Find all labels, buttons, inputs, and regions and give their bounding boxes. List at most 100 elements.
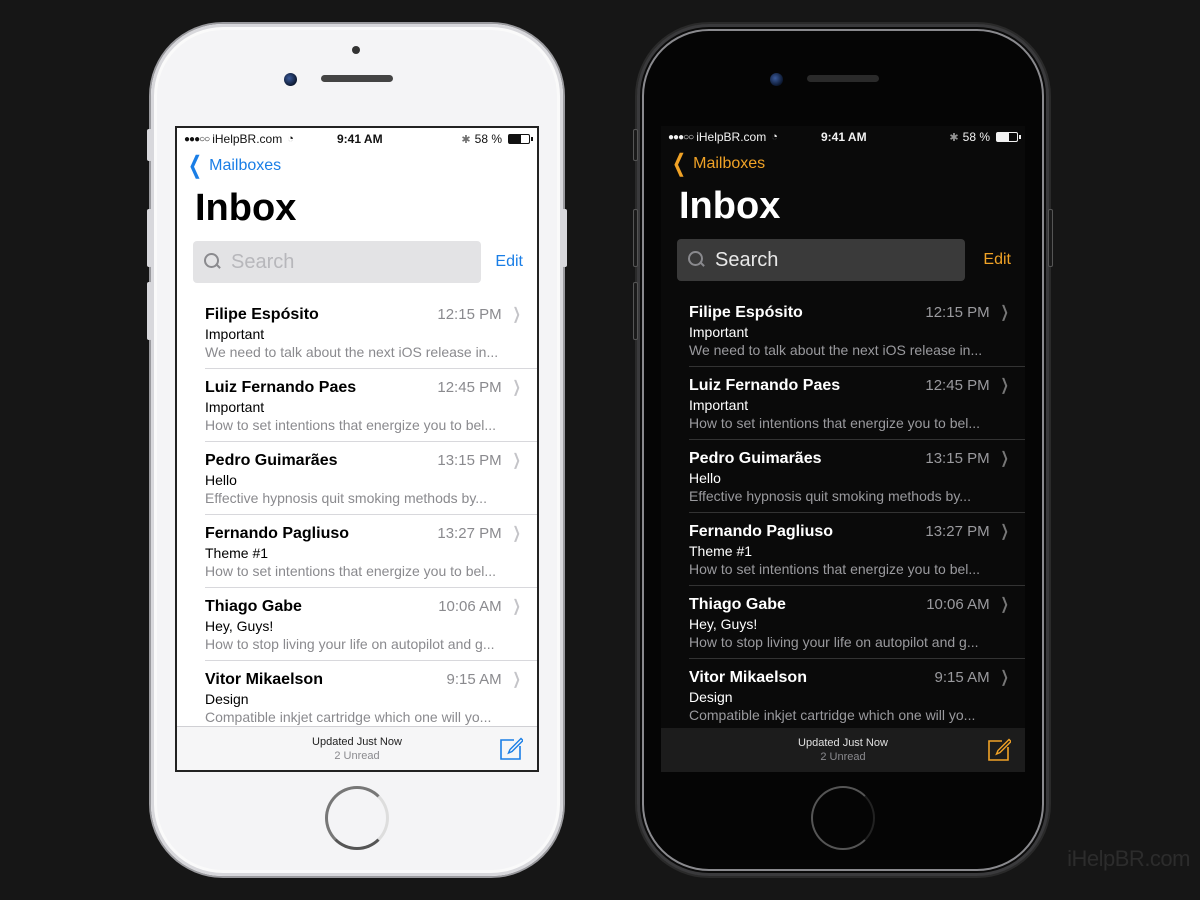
page-title: Inbox bbox=[195, 187, 297, 229]
volume-down-button bbox=[147, 282, 152, 340]
email-preview: We need to talk about the next iOS relea… bbox=[205, 344, 499, 360]
earpiece-speaker bbox=[807, 75, 879, 82]
email-row[interactable]: Thiago Gabe 10:06 AM ❯ Hey, Guys! How to sto… bbox=[661, 586, 1025, 659]
battery-icon bbox=[996, 132, 1021, 142]
email-subject: Important bbox=[205, 399, 265, 415]
email-sender: Fernando Pagliuso bbox=[205, 525, 350, 542]
chevron-left-icon: ❮ bbox=[188, 152, 203, 179]
battery-level bbox=[509, 135, 521, 143]
back-label: Mailboxes bbox=[209, 157, 282, 174]
bottom-toolbar: Updated Just Now 2 Unread bbox=[177, 726, 537, 770]
status-time: 9:41 AM bbox=[821, 130, 867, 144]
email-preview: How to stop living your life on autopilo… bbox=[689, 634, 979, 650]
chevron-right-icon: ❯ bbox=[1000, 523, 1009, 540]
email-sender: Vitor Mikaelson bbox=[205, 671, 323, 688]
email-subject: Theme #1 bbox=[205, 545, 269, 561]
search-input[interactable]: Search bbox=[193, 241, 481, 283]
email-subject: Hey, Guys! bbox=[689, 616, 758, 632]
back-label: Mailboxes bbox=[693, 155, 766, 172]
unread-count: 2 Unread bbox=[820, 751, 866, 763]
email-sender: Pedro Guimarães bbox=[689, 450, 822, 467]
email-preview: How to set intentions that energize you … bbox=[689, 561, 981, 577]
chevron-right-icon: ❯ bbox=[1000, 450, 1009, 467]
unread-count: 2 Unread bbox=[334, 749, 380, 762]
edit-button[interactable]: Edit bbox=[983, 251, 1011, 269]
home-button[interactable] bbox=[811, 786, 875, 850]
chevron-right-icon: ❯ bbox=[512, 379, 521, 396]
email-time: 12:45 PM bbox=[925, 377, 990, 394]
signal-strength: ●●●○○ bbox=[184, 133, 210, 145]
search-placeholder: Search bbox=[715, 248, 779, 271]
email-preview: We need to talk about the next iOS relea… bbox=[689, 342, 983, 358]
volume-up-button bbox=[633, 209, 638, 267]
chevron-right-icon: ❯ bbox=[512, 306, 521, 323]
email-row[interactable]: Thiago Gabe 10:06 AM ❯ Hey, Guys! How to sto… bbox=[177, 588, 537, 661]
back-button[interactable]: ❮ Mailboxes bbox=[177, 150, 537, 182]
email-row[interactable]: Pedro Guimarães 13:15 PM ❯ Hello Effective h… bbox=[177, 442, 537, 515]
back-button[interactable]: ❮ Mailboxes bbox=[661, 148, 1025, 180]
power-button bbox=[562, 209, 567, 267]
email-subject: Hey, Guys! bbox=[205, 618, 274, 634]
email-subject: Theme #1 bbox=[689, 543, 753, 559]
email-list: Filipe Espósito 12:15 PM ❯ Important We need… bbox=[177, 296, 537, 734]
email-row[interactable]: Pedro Guimarães 13:15 PM ❯ Hello Effective h… bbox=[661, 440, 1025, 513]
email-sender: Thiago Gabe bbox=[689, 596, 786, 613]
email-row[interactable]: Vitor Mikaelson 9:15 AM ❯ Design Compatible … bbox=[661, 659, 1025, 732]
email-row[interactable]: Filipe Espósito 12:15 PM ❯ Important We need… bbox=[661, 294, 1025, 367]
updated-status: Updated Just Now bbox=[798, 737, 888, 749]
email-sender: Filipe Espósito bbox=[205, 306, 319, 323]
chevron-right-icon: ❯ bbox=[1000, 669, 1009, 686]
email-preview: How to stop living your life on autopilo… bbox=[205, 636, 495, 652]
power-button bbox=[1048, 209, 1053, 267]
email-time: 13:27 PM bbox=[437, 525, 502, 542]
battery-icon bbox=[508, 134, 533, 144]
email-time: 13:15 PM bbox=[437, 452, 502, 469]
email-preview: Effective hypnosis quit smoking methods … bbox=[205, 490, 487, 506]
email-sender: Luiz Fernando Paes bbox=[689, 377, 841, 394]
email-row[interactable]: Vitor Mikaelson 9:15 AM ❯ Design Compatible … bbox=[177, 661, 537, 734]
email-row[interactable]: Fernando Pagliuso 13:27 PM ❯ Theme #1 How to… bbox=[661, 513, 1025, 586]
page-title: Inbox bbox=[679, 185, 781, 227]
email-preview: How to set intentions that energize you … bbox=[205, 563, 497, 579]
carrier-name: iHelpBR.com bbox=[696, 130, 767, 144]
bluetooth-icon: ✱ bbox=[949, 131, 959, 144]
email-subject: Design bbox=[205, 691, 249, 707]
email-row[interactable]: Fernando Pagliuso 13:27 PM ❯ Theme #1 How to… bbox=[177, 515, 537, 588]
email-sender: Thiago Gabe bbox=[205, 598, 302, 615]
search-input[interactable]: Search bbox=[677, 239, 965, 281]
email-sender: Luiz Fernando Paes bbox=[205, 379, 357, 396]
volume-up-button bbox=[147, 209, 152, 267]
edit-button[interactable]: Edit bbox=[495, 253, 523, 271]
email-sender: Pedro Guimarães bbox=[205, 452, 338, 469]
compose-icon[interactable] bbox=[987, 738, 1011, 762]
front-camera bbox=[770, 73, 783, 86]
email-subject: Hello bbox=[689, 470, 721, 486]
compose-icon[interactable] bbox=[499, 737, 523, 761]
email-subject: Hello bbox=[205, 472, 237, 488]
email-preview: Effective hypnosis quit smoking methods … bbox=[689, 488, 971, 504]
chevron-right-icon: ❯ bbox=[512, 671, 521, 688]
volume-down-button bbox=[633, 282, 638, 340]
email-list: Filipe Espósito 12:15 PM ❯ Important We need… bbox=[661, 294, 1025, 732]
email-time: 10:06 AM bbox=[926, 596, 990, 613]
updated-status: Updated Just Now bbox=[312, 735, 402, 748]
email-row[interactable]: Luiz Fernando Paes 12:45 PM ❯ Important How … bbox=[177, 369, 537, 442]
signal-strength: ●●●○○ bbox=[668, 131, 694, 143]
carrier-name: iHelpBR.com bbox=[212, 132, 283, 146]
email-row[interactable]: Luiz Fernando Paes 12:45 PM ❯ Important How … bbox=[661, 367, 1025, 440]
email-row[interactable]: Filipe Espósito 12:15 PM ❯ Important We need… bbox=[177, 296, 537, 369]
chevron-left-icon: ❮ bbox=[672, 150, 687, 177]
email-preview: How to set intentions that energize you … bbox=[205, 417, 497, 433]
email-time: 12:15 PM bbox=[925, 304, 990, 321]
chevron-right-icon: ❯ bbox=[512, 598, 521, 615]
watermark: iHelpBR.com bbox=[1067, 846, 1190, 871]
front-camera bbox=[284, 73, 297, 86]
email-sender: Fernando Pagliuso bbox=[689, 523, 834, 540]
email-time: 13:27 PM bbox=[925, 523, 990, 540]
email-preview: Compatible inkjet cartridge which one wi… bbox=[689, 707, 976, 723]
screen-dark: ●●●○○ iHelpBR.com ◔ 9:41 AM ✱ 58 % ❮ Mai… bbox=[661, 126, 1025, 772]
phone-dark: ●●●○○ iHelpBR.com ◔ 9:41 AM ✱ 58 % ❮ Mai… bbox=[633, 24, 1053, 876]
mute-switch bbox=[633, 129, 638, 161]
email-time: 9:15 AM bbox=[446, 671, 502, 688]
home-button[interactable] bbox=[325, 786, 389, 850]
